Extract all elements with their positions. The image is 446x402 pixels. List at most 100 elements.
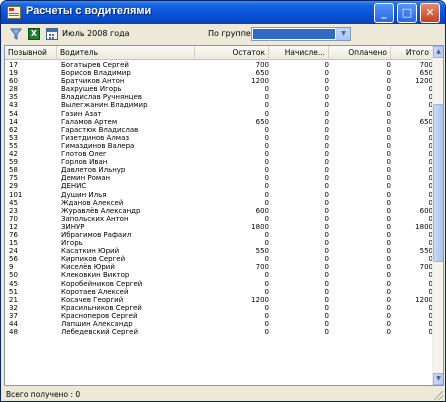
table-row[interactable]: 37 Красноперов Сергей 0 0 0 0 bbox=[5, 312, 433, 320]
cell-callsign: 60 bbox=[9, 77, 18, 86]
column-header-paid[interactable]: Оплачено bbox=[329, 46, 391, 60]
scroll-down-icon[interactable]: ▼ bbox=[433, 373, 443, 385]
column-header-balance[interactable]: Остаток bbox=[195, 46, 269, 60]
cell-accrued: 0 bbox=[324, 311, 329, 320]
table-row[interactable]: 56 Кирпиков Сергей 0 0 0 0 bbox=[5, 255, 433, 263]
table-row[interactable]: 76 Ибрагимов Рафаил 0 0 0 0 bbox=[5, 231, 433, 239]
maximize-button[interactable]: □ bbox=[397, 3, 417, 23]
cell-accrued: 0 bbox=[324, 279, 329, 288]
table-row[interactable]: 70 Запольских Антон 0 0 0 0 bbox=[5, 215, 433, 223]
cell-balance: 0 bbox=[264, 158, 269, 167]
table-row[interactable]: 14 Галамов Артем 650 0 0 650 bbox=[5, 118, 433, 126]
table-row[interactable]: 17 Богатырев Сергей 700 0 0 700 bbox=[5, 61, 433, 69]
resize-grip-icon[interactable] bbox=[434, 391, 443, 400]
cell-callsign: 55 bbox=[9, 141, 18, 150]
cell-callsign: 42 bbox=[9, 150, 18, 159]
cell-callsign: 19 bbox=[9, 69, 18, 78]
minimize-button[interactable]: _ bbox=[374, 3, 394, 23]
cell-callsign: 23 bbox=[9, 206, 18, 215]
table-row[interactable]: 24 Касаткин Юрий 550 0 0 550 bbox=[5, 247, 433, 255]
cell-paid: 0 bbox=[386, 117, 391, 126]
table-row[interactable]: 15 Игорь 0 0 0 0 bbox=[5, 239, 433, 247]
table-row[interactable]: 53 Гизетдинов Алмаз 0 0 0 0 bbox=[5, 134, 433, 142]
cell-callsign: 76 bbox=[9, 230, 18, 239]
column-header-total[interactable]: Итого bbox=[391, 46, 433, 60]
cell-callsign: 12 bbox=[9, 222, 18, 231]
table-row[interactable]: 75 Демин Роман 0 0 0 0 bbox=[5, 174, 433, 182]
cell-accrued: 0 bbox=[324, 190, 329, 199]
title-bar[interactable]: Расчеты с водителями _ □ ✕ bbox=[1, 1, 445, 24]
table-row[interactable]: 29 ДЕНИС 0 0 0 0 bbox=[5, 182, 433, 190]
cell-paid: 0 bbox=[386, 166, 391, 175]
cell-accrued: 0 bbox=[324, 141, 329, 150]
cell-paid: 0 bbox=[386, 174, 391, 183]
table-row[interactable]: 60 Братчиков Антон 1200 0 0 1200 bbox=[5, 77, 433, 85]
table-row[interactable]: 58 Давлетов Ильнур 0 0 0 0 bbox=[5, 166, 433, 174]
vertical-scrollbar[interactable]: ▲ ▼ bbox=[432, 46, 443, 385]
column-header-driver[interactable]: Водитель bbox=[57, 46, 195, 60]
table-row[interactable]: 21 Косачев Георгий 1200 0 0 1200 bbox=[5, 296, 433, 304]
calendar-icon[interactable] bbox=[46, 28, 58, 40]
cell-paid: 0 bbox=[386, 190, 391, 199]
table-row[interactable]: 50 Клековкин Виктор 0 0 0 0 bbox=[5, 271, 433, 279]
cell-driver: Ибрагимов Рафаил bbox=[61, 230, 132, 239]
cell-accrued: 0 bbox=[324, 206, 329, 215]
group-select[interactable]: ▼ bbox=[251, 27, 351, 41]
cell-driver: Богатырев Сергей bbox=[61, 61, 129, 69]
cell-driver: Косачев Георгий bbox=[61, 295, 124, 304]
table-row[interactable]: 45 Коробейников Сергей 0 0 0 0 bbox=[5, 280, 433, 288]
cell-paid: 0 bbox=[386, 125, 391, 134]
cell-paid: 0 bbox=[386, 263, 391, 272]
cell-paid: 0 bbox=[386, 279, 391, 288]
table-row[interactable]: 12 ЗИНУР 1800 0 0 1800 bbox=[5, 223, 433, 231]
cell-accrued: 0 bbox=[324, 166, 329, 175]
cell-callsign: 101 bbox=[9, 190, 23, 199]
group-label: По группе bbox=[208, 29, 251, 38]
cell-driver: Галамов Артем bbox=[61, 117, 118, 126]
table-row[interactable]: 28 Вахрушев Игорь 0 0 0 0 bbox=[5, 85, 433, 93]
table-row[interactable]: 19 Борисов Владимир 650 0 0 650 bbox=[5, 69, 433, 77]
table-row[interactable]: 43 Вылегжанин Владимир 0 0 0 0 bbox=[5, 101, 433, 109]
table-row[interactable]: 35 Владислав Ручнянцев 0 0 0 0 bbox=[5, 93, 433, 101]
cell-paid: 0 bbox=[386, 295, 391, 304]
table-row[interactable]: 45 Жданов Алексей 0 0 0 0 bbox=[5, 199, 433, 207]
cell-callsign: 44 bbox=[9, 320, 18, 328]
scroll-up-icon[interactable]: ▲ bbox=[433, 46, 443, 58]
drivers-grid: Позывной Водитель Остаток Начисле... Опл… bbox=[4, 45, 444, 386]
cell-accrued: 0 bbox=[324, 125, 329, 134]
chevron-down-icon[interactable]: ▼ bbox=[336, 28, 350, 40]
table-row[interactable]: 62 Гарастюк Владислав 0 0 0 0 bbox=[5, 126, 433, 134]
table-row[interactable]: 42 Глотов Олег 0 0 0 0 bbox=[5, 150, 433, 158]
table-row[interactable]: 54 Газин Азат 0 0 0 0 bbox=[5, 110, 433, 118]
table-row[interactable]: 59 Горлов Иван 0 0 0 0 bbox=[5, 158, 433, 166]
table-row[interactable]: 32 Красильников Сергей 0 0 0 0 bbox=[5, 304, 433, 312]
table-row[interactable]: 55 Гимаздинов Валера 0 0 0 0 bbox=[5, 142, 433, 150]
cell-driver: Братчиков Антон bbox=[61, 77, 125, 86]
table-row[interactable]: 44 Лапшин Александр 0 0 0 0 bbox=[5, 320, 433, 328]
scroll-thumb[interactable] bbox=[433, 104, 443, 262]
cell-total: 1200 bbox=[415, 295, 433, 304]
cell-accrued: 0 bbox=[324, 239, 329, 248]
filter-icon[interactable] bbox=[10, 28, 22, 40]
table-row[interactable]: 51 Коротаев Алексей 0 0 0 0 bbox=[5, 288, 433, 296]
grid-header: Позывной Водитель Остаток Начисле... Опл… bbox=[5, 46, 433, 60]
cell-paid: 0 bbox=[386, 141, 391, 150]
cell-balance: 0 bbox=[264, 190, 269, 199]
column-header-accrued[interactable]: Начисле... bbox=[269, 46, 329, 60]
cell-total: 0 bbox=[428, 214, 433, 223]
cell-callsign: 32 bbox=[9, 303, 18, 312]
cell-accrued: 0 bbox=[324, 230, 329, 239]
table-row[interactable]: 48 Лебедевский Сергей 0 0 0 0 bbox=[5, 328, 433, 336]
excel-export-icon[interactable]: X bbox=[28, 28, 40, 40]
cell-callsign: 35 bbox=[9, 93, 18, 102]
cell-driver: Красноперов Сергей bbox=[61, 311, 138, 320]
cell-callsign: 37 bbox=[9, 311, 18, 320]
table-row[interactable]: 9 Киселёв Юрий 700 0 0 700 bbox=[5, 263, 433, 271]
close-button[interactable]: ✕ bbox=[420, 3, 440, 23]
cell-accrued: 0 bbox=[324, 198, 329, 207]
table-row[interactable]: 101 Душин Илья 0 0 0 0 bbox=[5, 191, 433, 199]
cell-balance: 0 bbox=[264, 328, 269, 337]
table-row[interactable]: 23 Журавлёв Александр 600 0 0 600 bbox=[5, 207, 433, 215]
column-header-callsign[interactable]: Позывной bbox=[5, 46, 57, 60]
cell-accrued: 0 bbox=[324, 77, 329, 86]
